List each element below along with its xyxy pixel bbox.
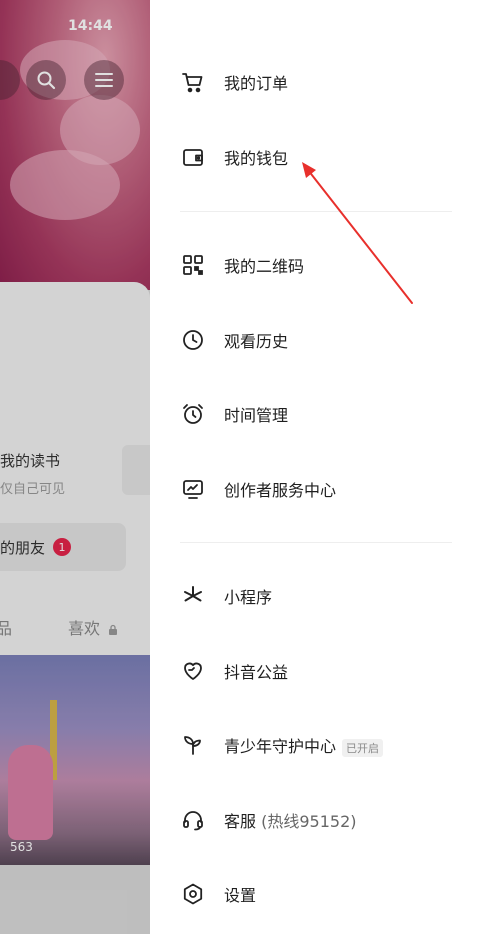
- menu-item-settings-label: 设置: [224, 886, 257, 905]
- alarm-clock-icon: [180, 401, 206, 427]
- wallet-icon: [180, 144, 206, 170]
- charity-heart-icon: [180, 658, 206, 684]
- annotation-arrow: [302, 162, 413, 304]
- qr-code-icon: [180, 252, 206, 278]
- creator-monitor-icon: [180, 476, 206, 502]
- mini-program-icon: [180, 583, 206, 609]
- menu-item-charity-label: 抖音公益: [224, 663, 289, 682]
- youth-protection-text: 青少年守护中心: [224, 737, 337, 756]
- menu-item-youth-protection-label: 青少年守护中心 已开启: [224, 733, 384, 757]
- settings-icon: [180, 881, 206, 907]
- enabled-tag: 已开启: [342, 738, 384, 757]
- menu-item-creator-center-label: 创作者服务中心: [224, 481, 337, 500]
- menu-item-creator-center[interactable]: 创作者服务中心: [150, 461, 480, 517]
- customer-service-text: 客服: [224, 812, 257, 831]
- menu-item-mini-programs-label: 小程序: [224, 588, 273, 607]
- menu-divider: [180, 542, 452, 543]
- menu-item-mini-programs[interactable]: 小程序: [150, 568, 480, 624]
- sprout-icon: [180, 732, 206, 758]
- menu-item-customer-service-label: 客服 (热线95152): [224, 808, 357, 832]
- cart-icon: [180, 69, 206, 95]
- headset-icon: [180, 807, 206, 833]
- menu-item-orders-label: 我的订单: [224, 74, 289, 93]
- menu-item-settings[interactable]: 设置: [150, 866, 480, 922]
- menu-item-orders[interactable]: 我的订单: [150, 54, 480, 110]
- clock-icon: [180, 327, 206, 353]
- menu-item-customer-service[interactable]: 客服 (热线95152): [150, 792, 480, 848]
- menu-item-wallet-label: 我的钱包: [224, 149, 289, 168]
- menu-item-watch-history[interactable]: 观看历史: [150, 312, 480, 368]
- drawer-overlay[interactable]: [0, 0, 150, 934]
- side-drawer: 我的订单 我的钱包 我的二维码 观看历史 时间管理 创作者服务中心 小程序 抖音…: [150, 0, 480, 934]
- menu-item-watch-history-label: 观看历史: [224, 332, 289, 351]
- menu-item-time-management[interactable]: 时间管理: [150, 386, 480, 442]
- hotline-note: (热线95152): [261, 812, 357, 831]
- menu-item-time-management-label: 时间管理: [224, 406, 289, 425]
- menu-item-charity[interactable]: 抖音公益: [150, 643, 480, 699]
- menu-item-youth-protection[interactable]: 青少年守护中心 已开启: [150, 717, 480, 773]
- background-profile-page: 14:44 我的读书 仅自己可见 的朋友 1 品 喜欢 563: [0, 0, 150, 934]
